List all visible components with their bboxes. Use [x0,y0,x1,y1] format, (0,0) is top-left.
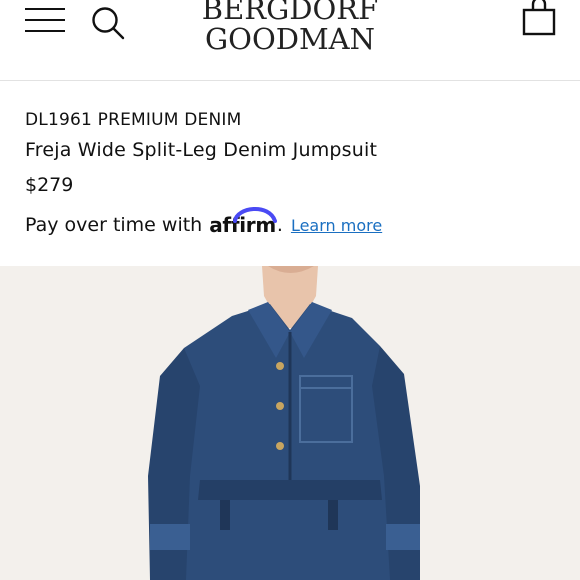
menu-button[interactable] [25,8,67,34]
shopping-bag-icon [522,0,556,36]
search-button[interactable] [90,4,128,42]
financing-message: Pay over time with affirm . Learn more [25,206,565,240]
jumpsuit-model-image [148,266,420,580]
hamburger-menu-icon [25,8,65,10]
logo-line-1: BERGDORF [201,0,379,26]
product-info: DL1961 PREMIUM DENIM Freja Wide Split-Le… [25,110,565,240]
product-brand[interactable]: DL1961 PREMIUM DENIM [25,110,565,134]
site-header: BERGDORF GOODMAN [0,0,580,81]
learn-more-link[interactable]: Learn more [291,216,382,235]
search-icon [92,7,125,40]
shopping-bag-button[interactable] [520,0,558,38]
logo-line-2: GOODMAN [205,22,375,56]
product-image[interactable] [0,266,580,580]
financing-text: Pay over time with [25,214,203,236]
hamburger-menu-line [25,30,65,32]
affirm-arc-icon [233,206,278,223]
hamburger-menu-line [25,19,65,21]
affirm-logo: affirm [209,206,278,237]
product-price: $279 [25,174,74,196]
brand-logo[interactable]: BERGDORF GOODMAN [190,0,390,54]
product-name: Freja Wide Split-Leg Denim Jumpsuit [25,139,378,161]
